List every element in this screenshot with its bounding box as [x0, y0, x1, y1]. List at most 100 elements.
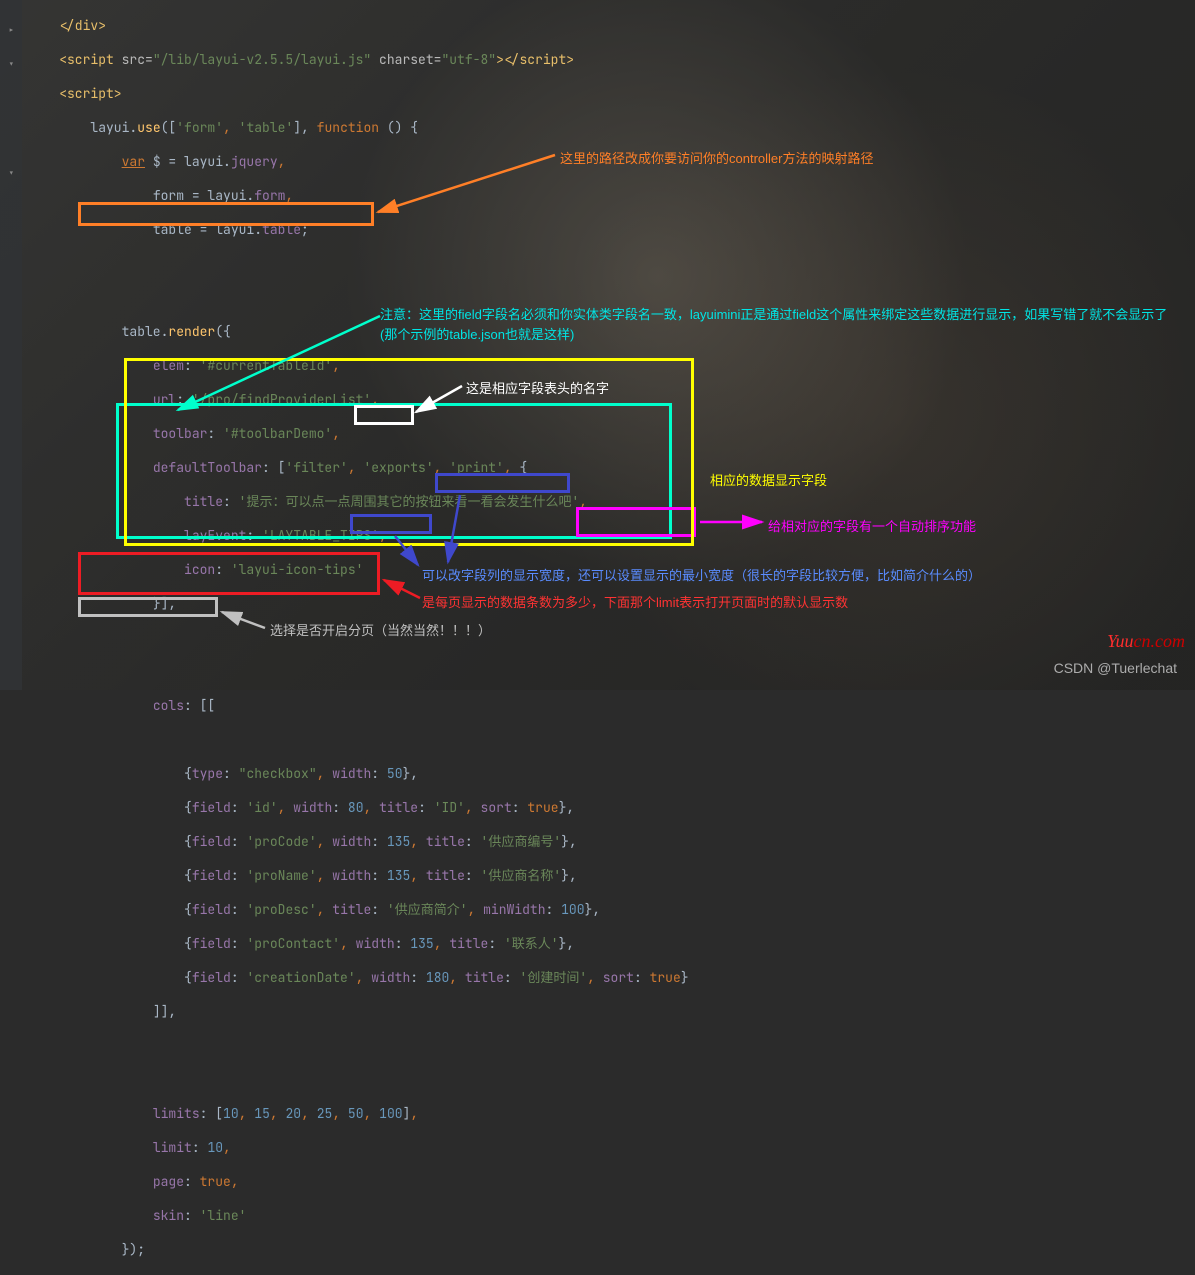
code-token: type: [192, 765, 223, 782]
code-token: 'form': [176, 119, 223, 136]
annotation-cols: 相应的数据显示字段: [710, 470, 827, 489]
code-token: minWidth: [483, 901, 545, 918]
code-token: ;: [301, 221, 309, 238]
code-token: 'exports': [363, 459, 433, 476]
code-token: 80: [348, 799, 364, 816]
code-token: ],: [293, 119, 316, 136]
code-token: 'proDesc': [246, 901, 316, 918]
code-token: var: [122, 153, 145, 170]
code-token: true: [200, 1173, 231, 1190]
code-token: 'table': [239, 119, 294, 136]
code-token: limit: [153, 1139, 192, 1156]
code-token: table: [262, 221, 301, 238]
code-token: table = layui.: [153, 221, 262, 238]
code-token: ({: [215, 323, 231, 340]
code-token: field: [192, 935, 231, 952]
annotation-url: 这里的路径改成你要访问你的controller方法的映射路径: [560, 148, 873, 167]
code-token: sort: [481, 799, 512, 816]
code-editor[interactable]: </div> <script src="/lib/layui-v2.5.5/la…: [28, 0, 1195, 1275]
watermark-brand: Yuucn.com: [1107, 631, 1185, 652]
code-token: charset=: [379, 51, 441, 68]
code-token: '供应商简介': [387, 901, 468, 918]
annotation-sort: 给相对应的字段有一个自动排序功能: [768, 516, 976, 535]
code-token: 'layui-icon-tips': [231, 561, 364, 578]
code-token: '联系人': [504, 935, 559, 952]
code-token: layui.: [90, 119, 137, 136]
watermark-csdn: CSDN @Tuerlechat: [1054, 660, 1177, 676]
annotation-field-l1: 注意：这里的field字段名必须和你实体类字段名一致，layuimini正是通过…: [380, 304, 1167, 323]
code-token: 'id': [246, 799, 277, 816]
code-token: 180: [426, 969, 449, 986]
code-token: 'creationDate': [246, 969, 355, 986]
code-token: '供应商编号': [481, 833, 562, 850]
code-token: true: [650, 969, 681, 986]
code-token: 135: [387, 867, 410, 884]
code-token: field: [192, 901, 231, 918]
code-token: url: [153, 391, 176, 408]
code-token: 135: [387, 833, 410, 850]
code-token: true: [527, 799, 558, 816]
code-token: title: [184, 493, 223, 510]
code-token: title: [449, 935, 488, 952]
code-token: ]],: [153, 1003, 176, 1020]
code-token: "utf-8": [441, 51, 496, 68]
code-token: toolbar: [153, 425, 208, 442]
code-token: </div>: [59, 17, 106, 34]
code-token: title: [465, 969, 504, 986]
code-token: field: [192, 799, 231, 816]
code-token: $ = layui.: [145, 153, 231, 170]
annotation-title: 这是相应字段表头的名字: [466, 378, 609, 397]
code-token: '#currentTableId': [200, 357, 333, 374]
code-token: }],: [153, 595, 176, 612]
code-token: cols: [153, 697, 184, 714]
code-token: src=: [122, 51, 153, 68]
code-token: table.: [122, 323, 169, 340]
code-token: width: [293, 799, 332, 816]
code-token: icon: [184, 561, 215, 578]
code-token: render: [168, 323, 215, 340]
code-token: "checkbox": [239, 765, 317, 782]
code-token: '供应商名称': [481, 867, 562, 884]
code-token: 100: [561, 901, 584, 918]
code-token: ([: [161, 119, 177, 136]
code-token: defaultToolbar: [153, 459, 262, 476]
code-token: () {: [379, 119, 418, 136]
fold-icon[interactable]: ▾: [8, 58, 15, 72]
annotation-limits: 是每页显示的数据条数为多少，下面那个limit表示打开页面时的默认显示数: [422, 592, 848, 611]
code-token: 10: [207, 1139, 223, 1156]
code-token: field: [192, 833, 231, 850]
code-token: 'proCode': [246, 833, 316, 850]
code-token: 'LAYTABLE_TIPS': [262, 527, 379, 544]
code-token: 'filter': [285, 459, 347, 476]
fold-icon[interactable]: ▸: [8, 24, 15, 38]
code-token: >: [566, 51, 574, 68]
code-token: limits: [153, 1105, 200, 1122]
code-token: '创建时间': [520, 969, 588, 986]
code-token: layEvent: [184, 527, 246, 544]
code-token: field: [192, 969, 231, 986]
code-token: 'ID': [434, 799, 465, 816]
code-token: 135: [410, 935, 433, 952]
gutter: ▸ ▾ ▾: [0, 0, 22, 690]
code-token: title: [426, 833, 465, 850]
code-token: 'print': [449, 459, 504, 476]
code-token: function: [317, 119, 379, 136]
code-token: script: [519, 51, 566, 68]
code-token: });: [122, 1241, 145, 1258]
code-token: use: [137, 119, 160, 136]
code-token: '提示：可以点一点周围其它的按钮来看一看会发生什么吧': [239, 493, 580, 510]
code-token: 'proName': [246, 867, 316, 884]
code-token: '#toolbarDemo': [223, 425, 332, 442]
code-token: : [[: [184, 697, 215, 714]
code-token: skin: [153, 1207, 184, 1224]
fold-icon[interactable]: ▾: [8, 167, 15, 181]
code-token: width: [356, 935, 395, 952]
code-token: '/pro/findProviderList': [192, 391, 371, 408]
code-token: width: [371, 969, 410, 986]
code-token: 'line': [200, 1207, 247, 1224]
code-token: "/lib/layui-v2.5.5/layui.js": [153, 51, 371, 68]
code-token: elem: [153, 357, 184, 374]
code-token: form = layui.: [153, 187, 254, 204]
code-token: ,: [285, 187, 293, 204]
code-token: title: [426, 867, 465, 884]
